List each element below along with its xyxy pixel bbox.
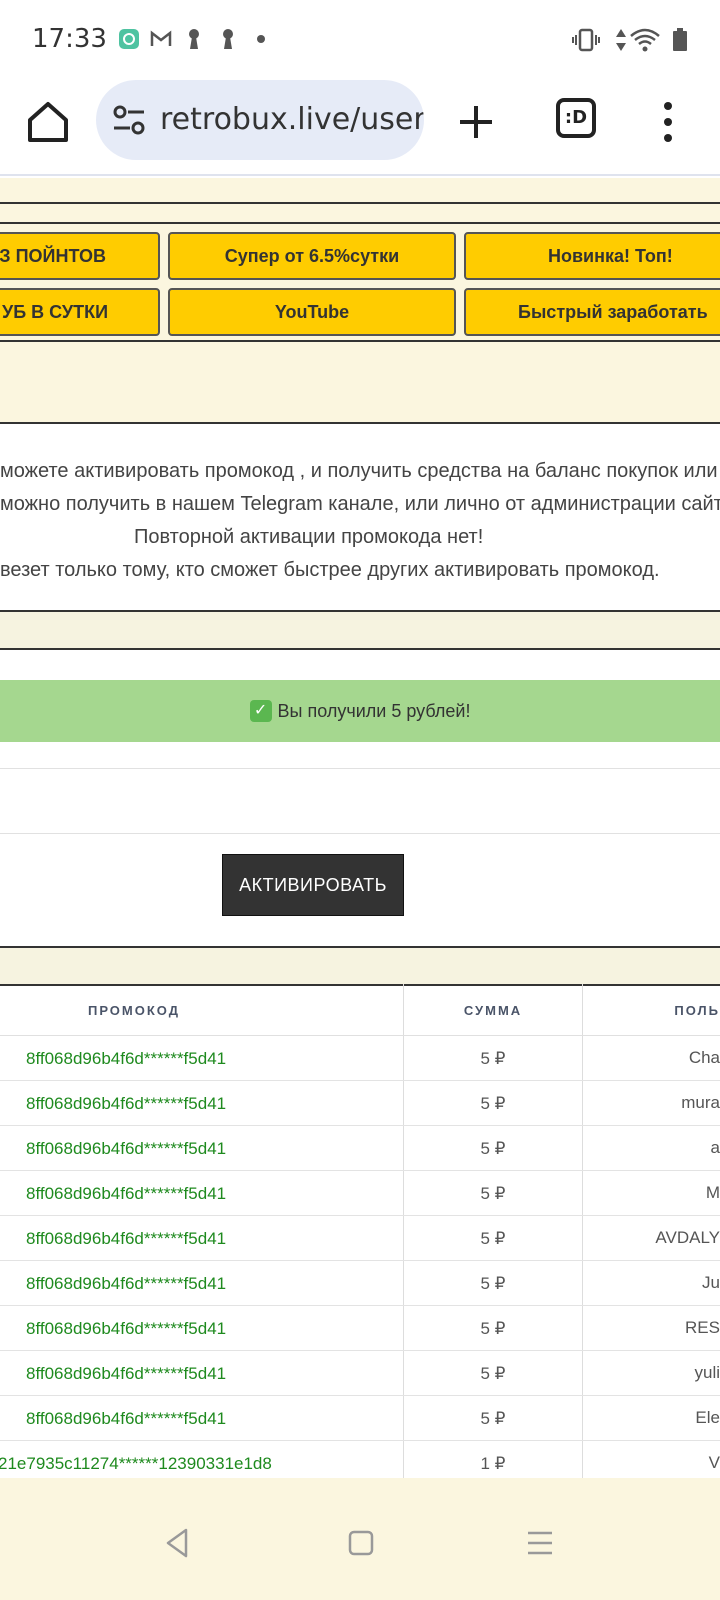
header-user: ПОЛЬ [674, 1002, 720, 1018]
row-promo-code: 8ff068d96b4f6d******f5d41 [26, 1318, 227, 1338]
table-row: 8ff068d96b4f6d******f5d41 5 ₽ Ele [0, 1396, 720, 1441]
wifi-icon [630, 28, 660, 52]
nav-button-fast-earn[interactable]: Быстрый заработать [464, 288, 720, 336]
table-row: 8ff068d96b4f6d******f5d41 5 ₽ a [0, 1126, 720, 1171]
battery-icon [673, 28, 687, 51]
row-promo-code: 8ff068d96b4f6d******f5d41 [26, 1138, 227, 1158]
address-bar[interactable]: retrobux.live/user [96, 80, 424, 160]
table-header: ПРОМОКОД СУММА ПОЛЬ [0, 984, 720, 1036]
table-row: 8ff068d96b4f6d******f5d41 5 ₽ Ju [0, 1261, 720, 1306]
row-user: AVDALY [583, 1216, 720, 1261]
row-user: Ju [583, 1261, 720, 1306]
divider [0, 202, 720, 204]
row-sum: 5 ₽ [480, 1363, 506, 1383]
nav-button-new-top[interactable]: Новинка! Топ! [464, 232, 720, 280]
row-user-name: V [708, 1453, 720, 1472]
status-bar: 17:33 [0, 0, 720, 80]
header-promo: ПРОМОКОД [87, 1002, 181, 1018]
divider [0, 422, 720, 424]
screen: 17:33 retrobux.live/user :D ЕЗ ПОЙНТОВ С… [0, 0, 720, 1600]
dot-icon [257, 35, 265, 43]
success-alert: ✓ Вы получили 5 рублей! [0, 680, 720, 742]
row-user-name: AVDALY [655, 1228, 720, 1247]
row-user-name: Ele [695, 1408, 720, 1427]
divider [0, 340, 720, 342]
home-icon[interactable] [24, 98, 72, 146]
recents-icon[interactable] [526, 1530, 554, 1556]
row-promo-code: 8ff068d96b4f6d******f5d41 [26, 1228, 227, 1248]
keyhole-icon [189, 29, 199, 49]
row-user: a [583, 1126, 720, 1171]
site-settings-icon[interactable] [112, 104, 146, 136]
row-promo-code: 8ff068d96b4f6d******f5d41 [26, 1048, 227, 1068]
info-line-3: Повторной активации промокода нет! [134, 526, 484, 548]
row-user: Cha [583, 1036, 720, 1081]
status-time: 17:33 [32, 24, 107, 54]
info-line-1: можете активировать промокод , и получит… [0, 460, 718, 482]
table-row: 8ff068d96b4f6d******f5d41 5 ₽ AVDALY [0, 1216, 720, 1261]
divider [0, 222, 720, 224]
row-sum: 5 ₽ [480, 1093, 506, 1113]
row-promo-code: 8ff068d96b4f6d******f5d41 [26, 1363, 227, 1383]
table-row: 8ff068d96b4f6d******f5d41 5 ₽ yuli [0, 1351, 720, 1396]
row-user-name: yuli [694, 1363, 720, 1382]
nav-button-points[interactable]: ЕЗ ПОЙНТОВ [0, 232, 160, 280]
row-promo-code: 8ff068d96b4f6d******f5d41 [26, 1408, 227, 1428]
data-arrows-icon [616, 29, 626, 51]
table-row: 8ff068d96b4f6d******f5d41 5 ₽ M [0, 1171, 720, 1216]
row-user: yuli [583, 1351, 720, 1396]
back-icon[interactable] [164, 1528, 190, 1558]
divider [0, 648, 720, 650]
row-sum: 5 ₽ [480, 1138, 506, 1158]
row-user: RES [583, 1306, 720, 1351]
row-sum: 5 ₽ [480, 1408, 506, 1428]
section-band [0, 948, 720, 984]
row-user: Ele [583, 1396, 720, 1441]
row-sum: 5 ₽ [480, 1048, 506, 1068]
row-user: mura [583, 1081, 720, 1126]
gmail-icon [150, 30, 172, 46]
row-user-name: RES [685, 1318, 720, 1337]
table-row: 8ff068d96b4f6d******f5d41 5 ₽ Cha [0, 1036, 720, 1081]
promo-code-input[interactable] [0, 768, 720, 834]
row-user-name: M [705, 1183, 720, 1202]
browser-toolbar: retrobux.live/user :D [0, 80, 720, 176]
nav-button-youtube[interactable]: YouTube [168, 288, 456, 336]
row-promo-code: 8ff068d96b4f6d******f5d41 [26, 1093, 227, 1113]
vibrate-icon [572, 28, 600, 52]
nav-button-super[interactable]: Супер от 6.5%сутки [168, 232, 456, 280]
header-sum: СУММА [463, 1002, 523, 1018]
row-user-name: Cha [688, 1048, 720, 1067]
system-nav-bar [0, 1478, 720, 1600]
more-menu-icon[interactable] [656, 98, 680, 146]
row-user: M [583, 1171, 720, 1216]
row-sum: 5 ₽ [480, 1318, 506, 1338]
nav-button-per-day[interactable]: УБ В СУТКИ [0, 288, 160, 336]
success-message: Вы получили 5 рублей! [277, 700, 471, 721]
keyhole-icon [223, 29, 233, 49]
activate-button[interactable]: АКТИВИРОВАТЬ [222, 854, 404, 916]
row-sum: 5 ₽ [480, 1228, 506, 1248]
app-icon [119, 29, 139, 49]
new-tab-icon[interactable] [452, 98, 500, 146]
row-promo-code: 8ff068d96b4f6d******f5d41 [26, 1273, 227, 1293]
info-line-4: везет только тому, кто сможет быстрее др… [0, 559, 660, 581]
tab-switcher-button[interactable]: :D [556, 98, 596, 138]
row-user-name: mura [681, 1093, 720, 1112]
row-promo-code: 8ff068d96b4f6d******f5d41 [26, 1183, 227, 1203]
row-sum: 5 ₽ [480, 1183, 506, 1203]
home-nav-icon[interactable] [348, 1530, 374, 1556]
row-user-name: a [710, 1138, 720, 1157]
row-user-name: Ju [702, 1273, 720, 1292]
table-row: 8ff068d96b4f6d******f5d41 5 ₽ mura [0, 1081, 720, 1126]
url-text[interactable]: retrobux.live/user [160, 102, 424, 137]
info-line-2: можно получить в нашем Telegram канале, … [0, 493, 720, 515]
row-sum: 5 ₽ [480, 1273, 506, 1293]
table-row: 8ff068d96b4f6d******f5d41 5 ₽ RES [0, 1306, 720, 1351]
check-mark-icon: ✓ [249, 700, 272, 722]
section-band [0, 612, 720, 648]
